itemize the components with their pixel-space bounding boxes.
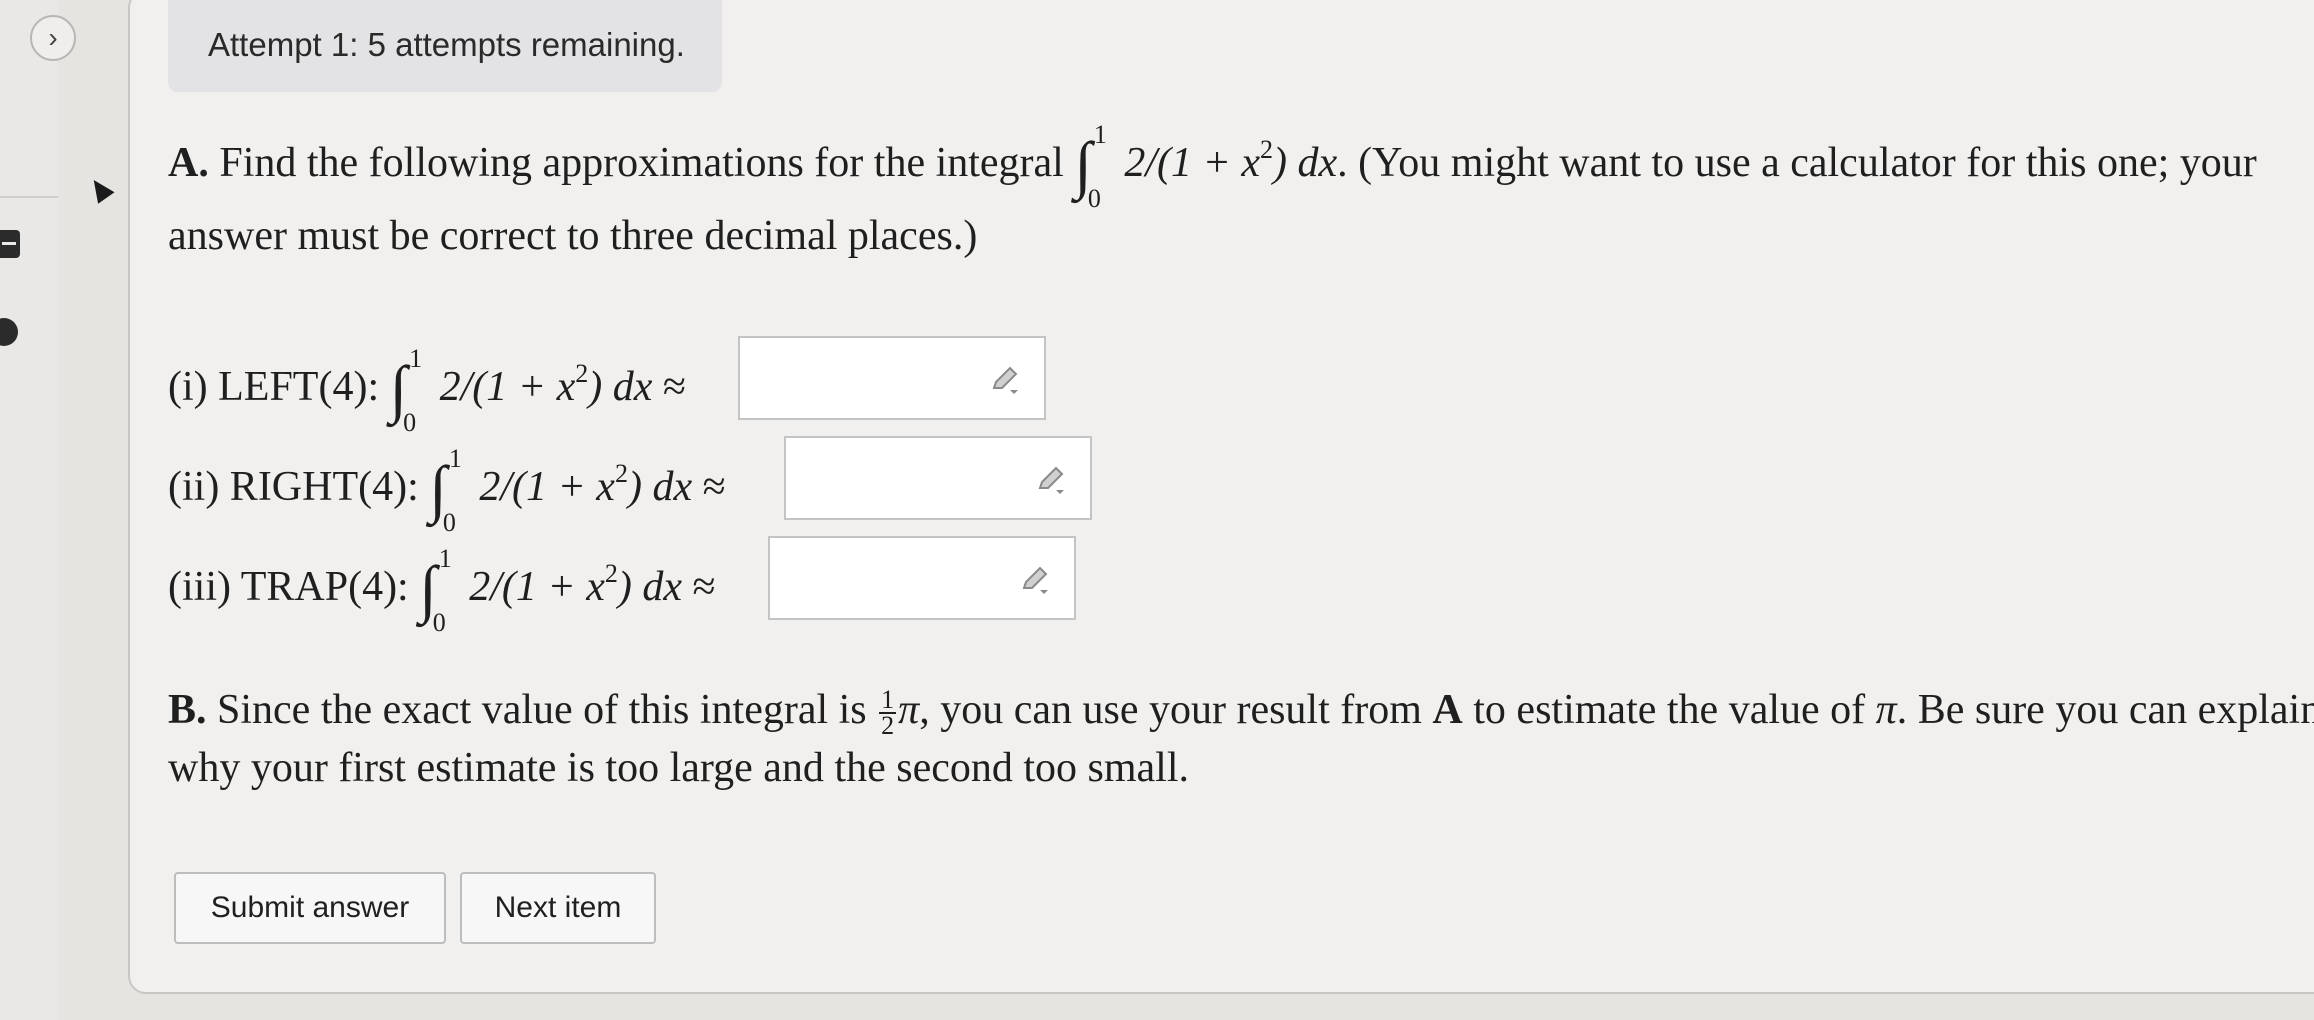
part-b-text2: , you can use your result from (919, 687, 1422, 733)
integrand-close: ) dx (617, 564, 683, 610)
part-b-ref-a: A (1432, 687, 1463, 733)
right4-answer-input[interactable] (784, 436, 1092, 520)
expand-chevron-icon[interactable]: › (30, 15, 76, 61)
integral-limits: 10 (403, 344, 423, 438)
approx-symbol: ≈ (692, 564, 716, 610)
pi-symbol: π (898, 687, 920, 733)
attempt-text: Attempt 1: 5 attempts remaining. (208, 26, 685, 63)
pencil-icon[interactable] (1018, 562, 1052, 596)
row-left: (i) LEFT(4): ∫ 1 0 2/(1 + x2) dx ≈ (168, 344, 686, 438)
integral-limits: 10 (432, 544, 452, 638)
pencil-icon[interactable] (988, 362, 1022, 396)
approx-symbol: ≈ (702, 464, 726, 510)
integral-limits: 10 (442, 444, 462, 538)
integrand-exponent: 2 (575, 359, 589, 388)
part-a-text-before: Find the following approximations for th… (219, 140, 1064, 186)
list-icon[interactable] (0, 230, 20, 258)
part-a-text-after: . (You might want to use a calculator fo… (1337, 140, 2257, 186)
integrand: 2/(1 + x (439, 364, 576, 410)
integrand-close: ) dx (627, 464, 693, 510)
mouse-cursor-icon (85, 174, 115, 204)
row-left-label: (i) LEFT(4): (168, 364, 380, 410)
integrand: 2/(1 + x (479, 464, 615, 510)
part-b-text3: to estimate the value of (1473, 687, 1866, 733)
row-trap-label: (iii) TRAP(4): (168, 564, 409, 610)
part-a-integrand: 2/(1 + x (1124, 140, 1261, 186)
integrand-close: ) dx (588, 364, 653, 410)
row-trap: (iii) TRAP(4): ∫ 1 0 2/(1 + x2) dx ≈ (168, 544, 716, 638)
row-right: (ii) RIGHT(4): ∫ 1 0 2/(1 + x2) dx ≈ (168, 444, 726, 538)
left4-answer-input[interactable] (738, 336, 1046, 420)
integrand-exponent: 2 (1260, 135, 1274, 164)
approx-symbol: ≈ (662, 364, 686, 410)
left-rail (0, 0, 58, 1020)
integrand: 2/(1 + x (469, 564, 605, 610)
part-b-text1: Since the exact value of this integral i… (217, 687, 867, 733)
integral-limits: 10 (1087, 120, 1107, 214)
integrand-exponent: 2 (604, 559, 618, 588)
attempt-banner: Attempt 1: 5 attempts remaining. (168, 0, 722, 92)
row-right-label: (ii) RIGHT(4): (168, 464, 419, 510)
info-icon[interactable] (0, 318, 18, 346)
next-item-button[interactable]: Next item (460, 872, 656, 944)
part-a-line1: A. Find the following approximations for… (168, 120, 2257, 214)
trap4-answer-input[interactable] (768, 536, 1076, 620)
part-b-line2: why your first estimate is too large and… (168, 745, 1190, 791)
submit-answer-button[interactable]: Submit answer (174, 872, 446, 944)
part-a-label: A. (168, 140, 209, 186)
fraction-one-half: 12 (879, 685, 897, 741)
integrand-exponent: 2 (614, 459, 628, 488)
rail-divider (0, 196, 58, 198)
integrand-close: ) dx (1273, 140, 1338, 186)
pencil-icon[interactable] (1034, 462, 1068, 496)
pi-symbol: π (1875, 687, 1897, 733)
part-b-text4: . Be sure you can explain (1896, 687, 2314, 733)
part-a-line2: answer must be correct to three decimal … (168, 213, 978, 259)
part-b-line1: B. Since the exact value of this integra… (168, 685, 2314, 741)
part-b-label: B. (168, 687, 207, 733)
